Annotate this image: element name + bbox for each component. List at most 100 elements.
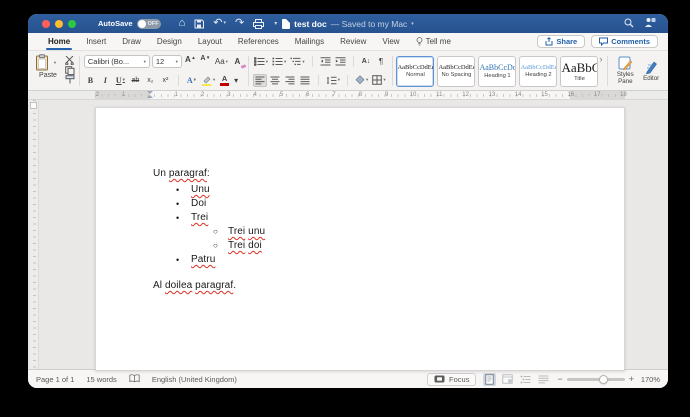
draft-view-button[interactable]	[537, 373, 550, 386]
text-line[interactable]: • Patru	[153, 253, 265, 267]
style-sample: AaBbCcDdEe	[397, 63, 434, 71]
tab-draw[interactable]: Draw	[114, 33, 149, 50]
web-layout-view-button[interactable]	[501, 373, 514, 386]
bold-button[interactable]: B	[84, 74, 97, 87]
align-right-button[interactable]	[284, 74, 297, 87]
misspelled-word: Trei	[191, 212, 209, 223]
home-icon[interactable]: ⌂	[179, 18, 186, 29]
style-no-spacing[interactable]: AaBbCcDdEe No Spacing	[437, 55, 476, 87]
focus-button[interactable]: Focus	[427, 372, 477, 386]
undo-caret-icon[interactable]: ▾	[223, 21, 226, 26]
page-count[interactable]: Page 1 of 1	[36, 375, 74, 384]
italic-button[interactable]: I	[99, 74, 112, 87]
redo-button[interactable]: ↷	[235, 18, 244, 29]
zoom-in-button[interactable]: +	[629, 374, 634, 384]
align-left-button[interactable]	[252, 73, 267, 87]
autosave-toggle[interactable]: OFF	[136, 18, 161, 29]
grow-font-button[interactable]: A ▲	[184, 55, 197, 68]
tab-home[interactable]: Home	[40, 33, 78, 50]
empty-line[interactable]	[153, 267, 265, 279]
close-button[interactable]	[42, 19, 50, 28]
zoom-slider-knob[interactable]	[598, 374, 608, 384]
search-icon[interactable]	[624, 15, 634, 33]
style-title[interactable]: AaBbC Title	[560, 55, 599, 87]
numbering-button[interactable]: ▾	[271, 55, 287, 68]
vertical-ruler[interactable]	[30, 100, 39, 369]
line-spacing-button[interactable]: ▾	[325, 74, 341, 87]
text-line[interactable]: Un paragraf:	[153, 167, 265, 181]
minimize-button[interactable]	[55, 19, 63, 28]
increase-indent-button[interactable]	[334, 55, 347, 68]
styles-pane-button[interactable]: Styles Pane	[612, 54, 638, 88]
zoom-slider[interactable]	[566, 374, 625, 384]
superscript-button[interactable]: x²	[159, 74, 172, 87]
more-styles-icon[interactable]: ›	[599, 54, 602, 88]
tab-view[interactable]: View	[374, 33, 407, 50]
style-heading-1[interactable]: AaBbCcDc Heading 1	[478, 55, 517, 87]
share-button[interactable]: Share	[537, 35, 586, 48]
save-icon[interactable]	[194, 19, 205, 29]
language-indicator[interactable]: English (United Kingdom)	[152, 375, 237, 384]
text-line[interactable]: • Trei	[153, 211, 265, 225]
format-painter-icon[interactable]	[65, 75, 75, 84]
editor-button[interactable]: Editor	[638, 54, 664, 88]
tab-selector[interactable]	[30, 102, 37, 109]
proofing-icon[interactable]	[129, 373, 140, 385]
tab-references[interactable]: References	[230, 33, 287, 50]
paste-caret-icon[interactable]: ▾	[49, 56, 62, 69]
sort-button[interactable]: A↓	[360, 55, 373, 68]
tab-layout[interactable]: Layout	[190, 33, 230, 50]
strikethrough-button[interactable]: ab	[129, 74, 142, 87]
tab-tell-me[interactable]: Tell me	[408, 33, 459, 50]
zoom-out-button[interactable]: −	[557, 374, 562, 384]
print-layout-view-button[interactable]	[483, 372, 497, 386]
title-caret-icon[interactable]: ▾	[411, 21, 414, 27]
borders-button[interactable]: ▾	[371, 74, 386, 87]
indent-markers[interactable]	[147, 91, 154, 100]
word-count[interactable]: 15 words	[86, 375, 116, 384]
style-heading-2[interactable]: AaBbCcDdEe Heading 2	[519, 55, 558, 87]
fullscreen-button[interactable]	[68, 19, 76, 28]
show-paragraph-marks-button[interactable]: ¶	[375, 55, 388, 68]
text-line[interactable]: • Doi	[153, 197, 265, 211]
outline-view-button[interactable]	[519, 373, 532, 386]
bullets-button[interactable]: ▾	[253, 55, 269, 68]
tab-review[interactable]: Review	[332, 33, 374, 50]
shrink-font-button[interactable]: A ▼	[199, 55, 212, 68]
text-line[interactable]: Al doilea paragraf.	[153, 279, 265, 293]
cut-icon[interactable]	[65, 56, 75, 65]
quick-access-more-icon[interactable]: ▾	[274, 21, 277, 27]
document-page[interactable]: Un paragraf: • Unu • Doi • Trei ○ Trei unu ○ Trei …	[95, 107, 625, 371]
tab-mailings[interactable]: Mailings	[287, 33, 332, 50]
tab-insert[interactable]: Insert	[78, 33, 114, 50]
print-icon[interactable]	[253, 18, 265, 29]
font-color-button[interactable]: A	[218, 74, 231, 87]
change-case-button[interactable]: Aa ▾	[214, 55, 229, 68]
ruler-number: 8	[358, 92, 363, 98]
presence-share-icon[interactable]	[644, 15, 656, 33]
font-size-select[interactable]: 12 ▾	[151, 55, 182, 69]
comment-icon	[599, 37, 609, 46]
text-line[interactable]: ○ Trei doi	[153, 239, 265, 253]
clear-formatting-button[interactable]: A	[231, 55, 247, 70]
undo-button[interactable]: ↶ ▾	[213, 18, 226, 29]
justify-button[interactable]	[299, 74, 312, 87]
text-line[interactable]: • Unu	[153, 183, 265, 197]
underline-button[interactable]: U ▾	[114, 74, 127, 87]
subscript-button[interactable]: x₂	[144, 74, 157, 87]
horizontal-ruler[interactable]: 2 1 1 2 3 4 5 6 7 8 9 10 11 12 13 14 15 16 17 18	[28, 91, 668, 100]
decrease-indent-button[interactable]	[319, 55, 332, 68]
highlight-button[interactable]: ▾	[200, 74, 216, 87]
paste-button[interactable]: ▾ Paste	[34, 54, 62, 88]
align-center-button[interactable]	[269, 74, 282, 87]
style-normal[interactable]: AaBbCcDdEe Normal	[396, 55, 435, 87]
font-name-select[interactable]: Calibri (Bo... ▾	[83, 55, 150, 69]
text-effects-button[interactable]: A ▾	[185, 74, 198, 87]
text-line[interactable]: ○ Trei unu	[153, 225, 265, 239]
comments-button[interactable]: Comments	[591, 35, 658, 48]
shading-button[interactable]: ▾	[354, 74, 369, 87]
tab-design[interactable]: Design	[149, 33, 190, 50]
zoom-level[interactable]: 170%	[638, 375, 660, 384]
multilevel-list-button[interactable]: ▾	[289, 55, 305, 68]
copy-icon[interactable]	[65, 65, 75, 75]
